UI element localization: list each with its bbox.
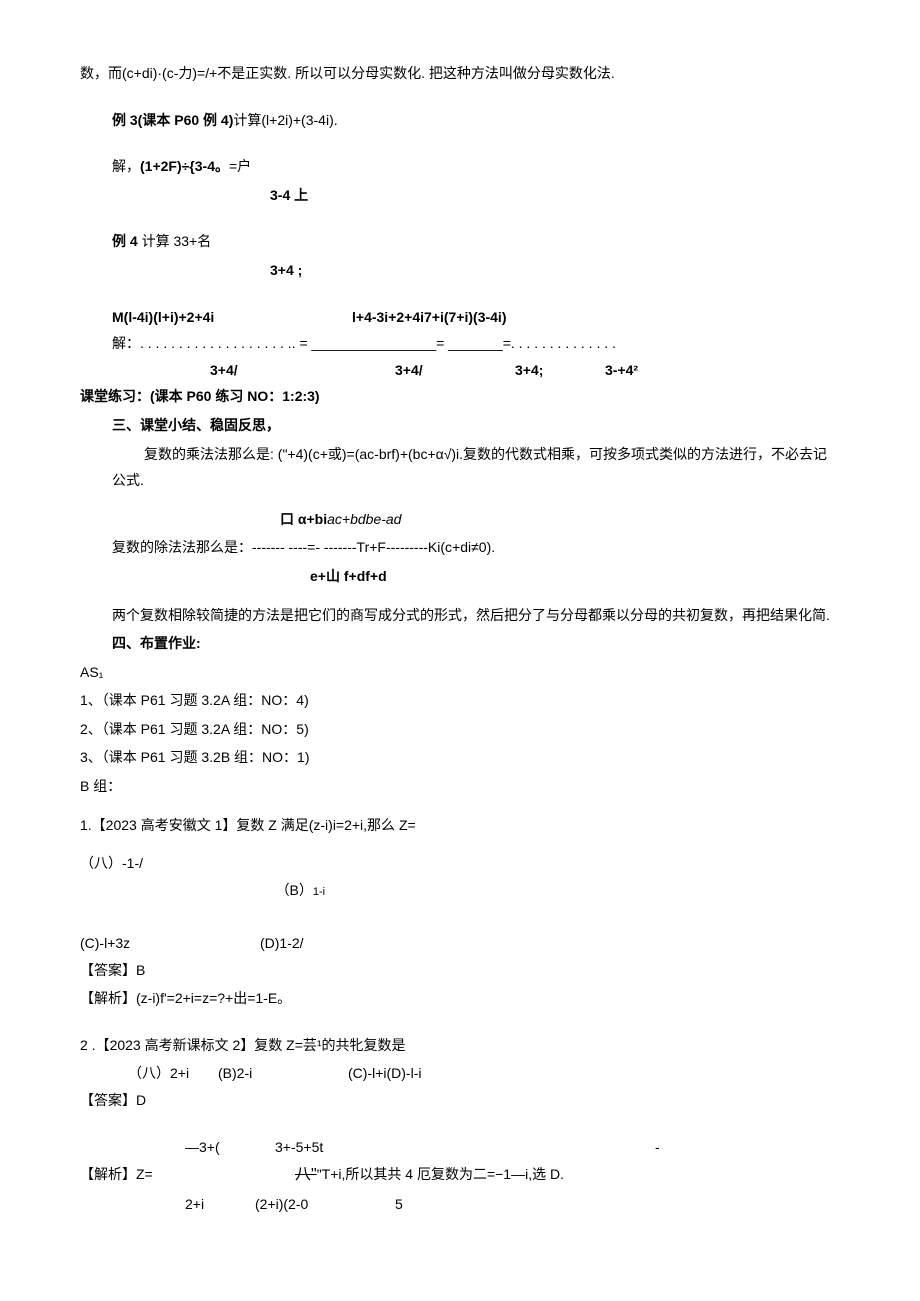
q1-opt-b-wrap: （B）1-i	[260, 850, 325, 930]
class-exercise: 课堂练习：(课本 P60 练习 NO：1:2:3)	[80, 383, 840, 410]
q2: 2 .【2023 高考新课标文 2】复数 Z=芸¹的共牝复数是	[80, 1032, 840, 1059]
q1-answer: 【答案】B	[80, 957, 840, 984]
q2-opt-a: （八）2+i	[128, 1060, 218, 1087]
hw-2: 2、（课本 P61 习题 3.2A 组：NO：5)	[80, 716, 840, 743]
hw-3: 3、（课本 P61 习题 3.2B 组：NO：1)	[80, 744, 840, 771]
section-4-title: 四、布置作业:	[80, 630, 840, 657]
formula-alpha-main: 口 α+bi	[280, 511, 327, 527]
row3-c1: 3+4/	[210, 357, 310, 384]
example-3-title: 例 3(课本 P60 例 4)计算(l+2i)+(3-4i).	[80, 107, 840, 134]
q2-options: （八）2+i (B)2-i (C)-l+i(D)-l-i	[80, 1060, 840, 1087]
example-4-text: 计算 33+名	[142, 233, 212, 249]
solution-tail: =户	[229, 158, 251, 174]
row1-col1: M(l-4i)(l+i)+2+4i	[112, 304, 312, 331]
r3-c1: 2+i	[185, 1191, 245, 1218]
example-4-label: 例 4	[112, 233, 142, 249]
solution-label: 解，	[112, 158, 140, 174]
division-rule: 复数的除法法那么是：------- ----=- -------Tr+F----…	[80, 534, 840, 561]
example-3-solution: 解，(1+2F)÷{3-4。=户	[80, 153, 840, 180]
q1-options-row2: (C)-l+3z (D)1-2/	[80, 930, 840, 957]
multiplication-rule: 复数的乘法法那么是: ("+4)(c+或)=(ac-brf)+(bc+α√)i.…	[80, 441, 840, 494]
formula-denom: e+山 f+df+d	[80, 563, 840, 590]
row2-label: 解：	[112, 330, 140, 357]
q2-opt-b: (B)2-i	[218, 1060, 348, 1087]
example-4-row2: 解： . . . . . . . . . . . . . . . . . . .…	[80, 330, 840, 357]
r1-c2: 3+-5+5t	[275, 1134, 375, 1161]
q1-opt-c: (C)-l+3z	[80, 930, 260, 957]
r2-c2: 八"	[295, 1160, 317, 1190]
q1-opt-d: (D)1-2/	[260, 930, 304, 957]
example-3-label: 例 3(课本 P60 例 4)	[112, 112, 233, 128]
section-3-title: 三、课堂小结、稳固反思，	[80, 412, 840, 439]
example-4-row1: M(l-4i)(l+i)+2+4i l+4-3i+2+4i7+i(7+i)(3-…	[80, 304, 840, 331]
row2-eq: . = ________________= _______=	[292, 330, 511, 357]
q1-opt-a: （八）-1-/	[80, 850, 260, 877]
row3-c4: 3-+4²	[605, 357, 638, 384]
example-3-line2: 3-4 上	[80, 182, 840, 209]
r1-c1: —3+(	[185, 1134, 275, 1161]
para-1: 数，而(c+di)·(c-力)=/+不是正实数. 所以可以分母实数化. 把这种方…	[80, 60, 840, 87]
q1-opt-b-label: （B）	[276, 882, 313, 898]
row3-c3: 3+4;	[515, 357, 575, 384]
r3-c2: (2+i)(2-0	[255, 1191, 345, 1218]
q2-explain-row1: —3+( 3+-5+5t -	[80, 1134, 840, 1161]
division-expr: ------- ----=- -------Tr+F---------Ki(c+…	[252, 539, 495, 555]
solution-expr: (1+2F)÷{3-4。	[140, 158, 229, 174]
row3-c2: 3+4/	[395, 357, 475, 384]
q2-opt-cd: (C)-l+i(D)-l-i	[348, 1060, 421, 1087]
q1-options-row1: （八）-1-/ （B）1-i	[80, 850, 840, 930]
example-4-title: 例 4 计算 33+名	[80, 228, 840, 255]
r1-c3: -	[655, 1134, 660, 1161]
q1-explain: 【解析】(z-i)f'=2+i=z=?+出=1-E。	[80, 985, 840, 1012]
division-label: 复数的除法法那么是：	[112, 539, 252, 555]
formula-alpha-italic: ac+bdbe-ad	[327, 511, 401, 527]
r3-c3: 5	[395, 1191, 403, 1218]
r2-c3: "T+i,所以其共 4 厄复数为二=−1—i,选 D.	[317, 1161, 564, 1188]
r2-c1: 【解析】Z=	[80, 1161, 185, 1188]
group-b: B 组：	[80, 773, 840, 800]
formula-alpha: 口 α+biac+bdbe-ad	[80, 506, 840, 533]
hw-1: 1、（课本 P61 习题 3.2A 组：NO：4)	[80, 687, 840, 714]
q2-explain-row3: 2+i (2+i)(2-0 5	[80, 1191, 840, 1218]
q2-answer: 【答案】D	[80, 1087, 840, 1114]
q2-explain-row2: 【解析】Z= 八" "T+i,所以其共 4 厄复数为二=−1—i,选 D.	[80, 1160, 840, 1190]
row1-col2: l+4-3i+2+4i7+i(7+i)(3-4i)	[352, 304, 506, 331]
example-4-row3: 3+4/ 3+4/ 3+4; 3-+4²	[80, 357, 840, 384]
example-3-text: 计算(l+2i)+(3-4i).	[233, 112, 337, 128]
q1: 1.【2023 高考安徽文 1】复数 Z 满足(z-i)i=2+i,那么 Z=	[80, 812, 840, 839]
example-4-expr: 3+4 ;	[80, 257, 840, 284]
as1: AS₁	[80, 659, 840, 686]
row2-dots2: . . . . . . . . . . . . . .	[511, 330, 616, 357]
row2-dots: . . . . . . . . . . . . . . . . . . . .	[140, 330, 292, 357]
q1-opt-b-val: 1-i	[313, 886, 325, 898]
division-note: 两个复数相除较简捷的方法是把它们的商写成分式的形式，然后把分了与分母都乘以分母的…	[80, 602, 840, 629]
